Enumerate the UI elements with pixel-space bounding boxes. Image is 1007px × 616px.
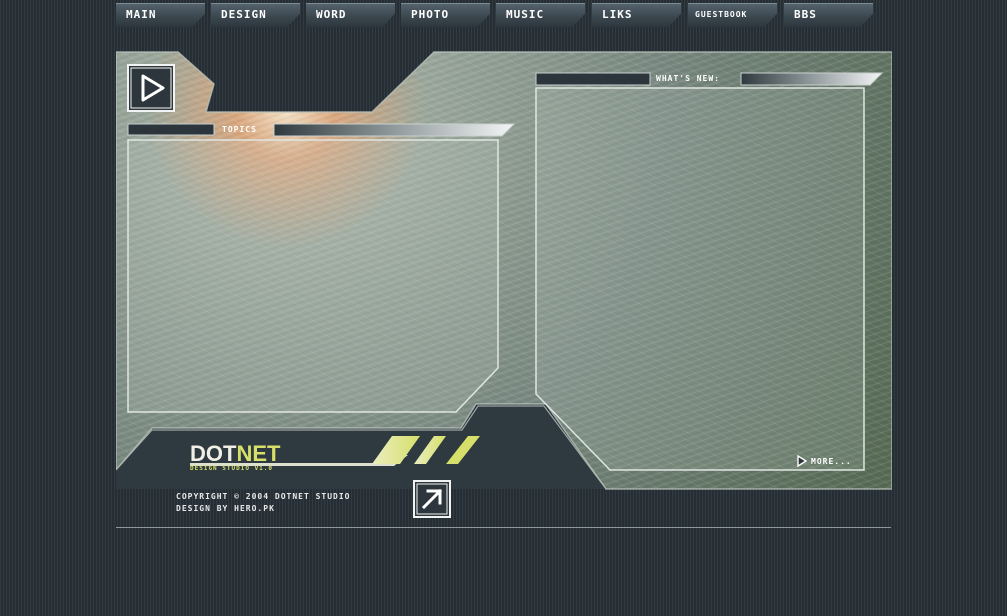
nav-tab-label: music (506, 8, 545, 21)
topics-panel (128, 140, 498, 412)
nav-tab-label: bbs (794, 8, 817, 21)
nav-tab-music[interactable]: music (496, 3, 585, 27)
nav-tab-label: photo (411, 8, 450, 21)
nav-tab-main[interactable]: main (116, 3, 205, 27)
arrow-up-right-icon (413, 480, 451, 518)
nav-tab-label: main (126, 8, 157, 21)
logo-net: NET (236, 441, 281, 466)
bottom-divider (116, 527, 891, 528)
nav-tab-liks[interactable]: liks (592, 3, 681, 27)
play-icon (127, 64, 175, 112)
nav-tab-design[interactable]: design (211, 3, 300, 27)
copyright-line: COPYRIGHT © 2004 DOTNET STUDIO (176, 492, 351, 501)
nav-tab-label: guestbook (695, 10, 748, 19)
copyright-block: COPYRIGHT © 2004 DOTNET STUDIO DESIGN BY… (176, 491, 351, 515)
more-label: MORE... (811, 456, 852, 466)
main-nav: main design word photo music liks guestb… (116, 3, 891, 29)
whats-new-label: WHAT'S NEW: (656, 74, 720, 83)
logo-text: DOTNET (190, 441, 281, 466)
brand-logo: DOTNET DESIGN STUDIO V1.0 (190, 441, 281, 473)
triangle-right-icon (797, 455, 807, 467)
credit-line: DESIGN BY HERO.PK (176, 504, 275, 513)
topics-label: TOPICS (222, 125, 257, 134)
nav-tab-label: word (316, 8, 347, 21)
brand-tagline: DESIGN STUDIO V1.0 (190, 465, 274, 472)
nav-tab-photo[interactable]: photo (401, 3, 490, 27)
play-button[interactable] (127, 64, 175, 112)
whats-new-panel (536, 88, 864, 470)
more-link[interactable]: MORE... (797, 454, 852, 468)
nav-tab-word[interactable]: word (306, 3, 395, 27)
logo-dot: DOT (190, 441, 237, 466)
nav-tab-bbs[interactable]: bbs (784, 3, 873, 27)
nav-tab-guestbook[interactable]: guestbook (688, 3, 777, 27)
external-link-button[interactable] (413, 480, 451, 518)
nav-tab-label: liks (602, 8, 633, 21)
nav-tab-label: design (221, 8, 267, 21)
